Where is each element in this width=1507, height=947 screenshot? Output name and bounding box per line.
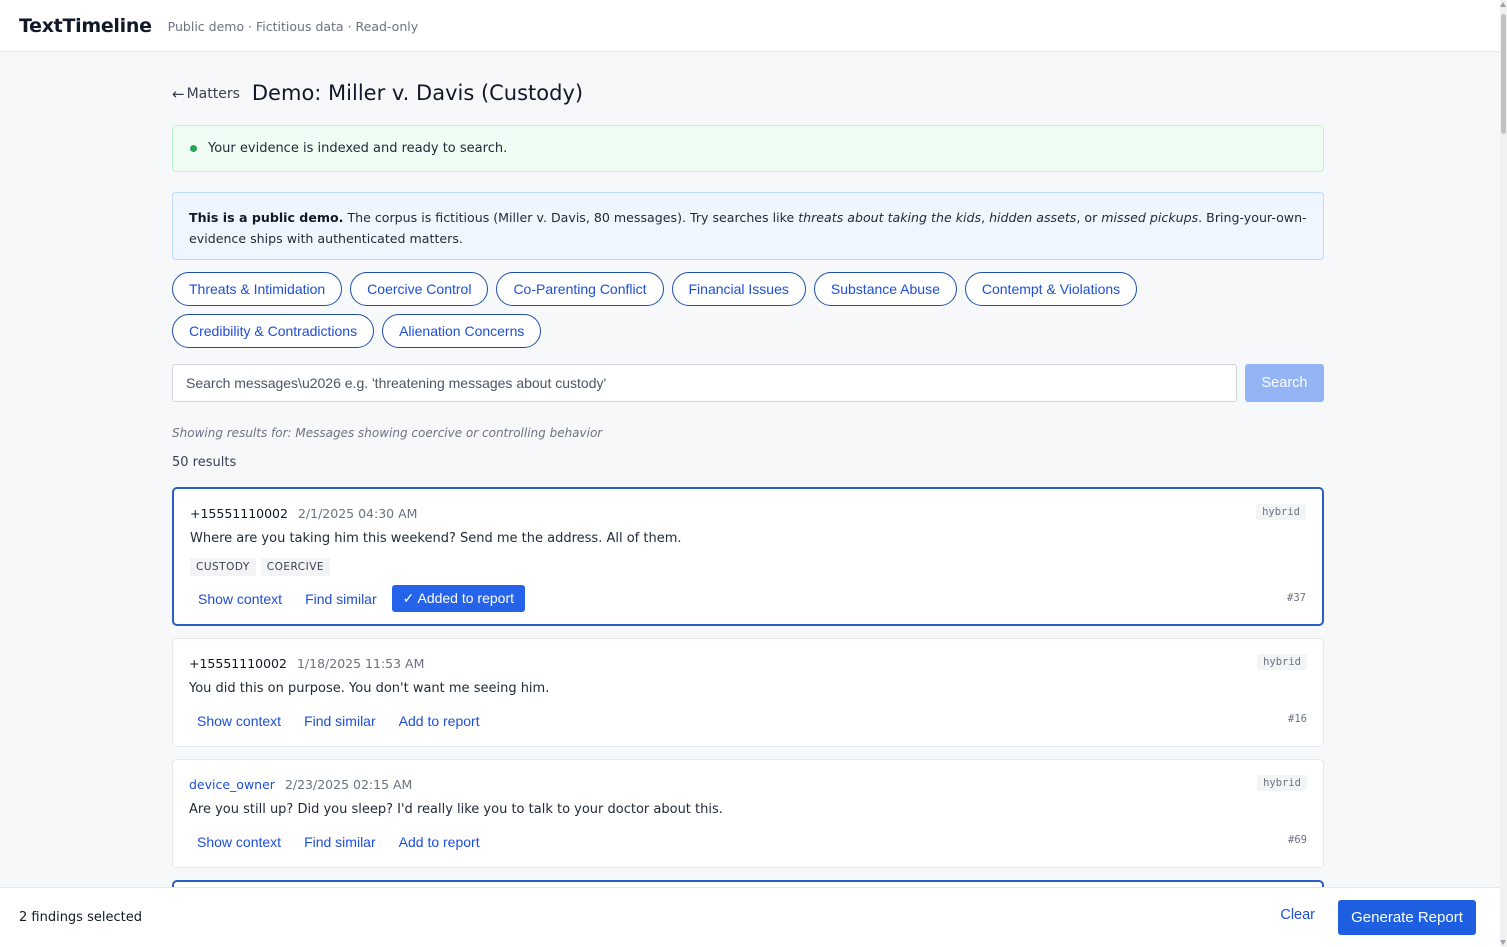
brand-subtitle: Public demo · Fictitious data · Read-onl… — [167, 19, 419, 34]
chip-contempt-violations[interactable]: Contempt & Violations — [964, 272, 1138, 306]
page-title: Demo: Miller v. Davis (Custody) — [251, 81, 584, 105]
sender: +15551110002 — [190, 506, 288, 521]
status-text: Your evidence is indexed and ready to se… — [208, 141, 508, 156]
showing-results-for: Showing results for: Messages showing co… — [172, 426, 603, 440]
demo-sep-2: , or — [1076, 210, 1102, 225]
clear-button[interactable]: Clear — [1280, 907, 1315, 923]
tag-list: CUSTODY COERCIVE — [190, 558, 331, 576]
demo-example-2: hidden assets — [989, 210, 1077, 225]
result-actions: Show context Find similar Add to report — [189, 828, 488, 855]
scroll-down-icon[interactable] — [1500, 940, 1506, 945]
message-text: Where are you taking him this weekend? S… — [190, 531, 682, 546]
top-bar: TextTimeline Public demo · Fictitious da… — [0, 0, 1500, 52]
message-text: Are you still up? Did you sleep? I'd rea… — [189, 802, 723, 817]
match-type-badge: hybrid — [1256, 504, 1306, 520]
main-content: ← Matters Demo: Miller v. Davis (Custody… — [172, 52, 1324, 470]
added-to-report-button[interactable]: ✓ Added to report — [391, 585, 525, 612]
sender: +15551110002 — [189, 656, 287, 671]
search-button[interactable]: Search — [1245, 364, 1324, 402]
show-context-button[interactable]: Show context — [189, 828, 289, 855]
search-row: Search — [172, 364, 1324, 402]
timestamp: 2/23/2025 02:15 AM — [284, 777, 413, 792]
findings-count: 2 findings selected — [19, 910, 142, 925]
demo-info-banner: This is a public demo. The corpus is fic… — [172, 192, 1324, 260]
add-to-report-button[interactable]: Add to report — [391, 707, 488, 734]
demo-example-1: threats about taking the kids — [798, 210, 982, 225]
message-id: #37 — [1287, 592, 1306, 604]
match-type-badge: hybrid — [1257, 775, 1307, 791]
selection-bar: 2 findings selected Clear Generate Repor… — [0, 887, 1500, 947]
index-status-banner: Your evidence is indexed and ready to se… — [172, 125, 1324, 172]
result-actions: Show context Find similar ✓ Added to rep… — [190, 585, 525, 612]
show-context-button[interactable]: Show context — [190, 585, 290, 612]
back-link-label: Matters — [186, 85, 240, 102]
status-dot-icon — [190, 145, 197, 152]
chip-alienation-concerns[interactable]: Alienation Concerns — [382, 314, 542, 348]
message-id: #69 — [1288, 834, 1307, 846]
brand-logo[interactable]: TextTimeline — [19, 15, 152, 37]
chip-threats-intimidation[interactable]: Threats & Intimidation — [172, 272, 343, 306]
find-similar-button[interactable]: Find similar — [296, 707, 384, 734]
message-id: #16 — [1288, 713, 1307, 725]
result-card[interactable]: +15551110002 2/1/2025 04:30 AM hybrid Wh… — [172, 487, 1324, 626]
chip-credibility-contradictions[interactable]: Credibility & Contradictions — [172, 314, 375, 348]
chip-co-parenting-conflict[interactable]: Co-Parenting Conflict — [496, 272, 664, 306]
tag: COERCIVE — [260, 558, 331, 576]
demo-info-text-1: The corpus is fictitious (Miller v. Davi… — [343, 210, 799, 225]
result-header: device_owner 2/23/2025 02:15 AM — [189, 777, 412, 792]
sender[interactable]: device_owner — [189, 777, 275, 792]
generate-report-button[interactable]: Generate Report — [1338, 900, 1476, 935]
chip-financial-issues[interactable]: Financial Issues — [671, 272, 806, 306]
timestamp: 1/18/2025 11:53 AM — [296, 656, 425, 671]
chip-coercive-control[interactable]: Coercive Control — [350, 272, 489, 306]
category-chips: Threats & Intimidation Coercive Control … — [172, 272, 1172, 348]
title-row: ← Matters Demo: Miller v. Davis (Custody… — [172, 52, 1324, 134]
find-similar-button[interactable]: Find similar — [296, 828, 384, 855]
result-card[interactable]: +15551110002 1/18/2025 11:53 AM hybrid Y… — [172, 638, 1324, 747]
show-context-button[interactable]: Show context — [189, 707, 289, 734]
scroll-up-icon[interactable] — [1500, 2, 1506, 7]
demo-sep-1: , — [981, 210, 990, 225]
timestamp: 2/1/2025 04:30 AM — [297, 506, 418, 521]
demo-info-bold: This is a public demo. — [189, 210, 344, 225]
arrow-left-icon: ← — [172, 84, 185, 103]
find-similar-button[interactable]: Find similar — [297, 585, 385, 612]
result-header: +15551110002 2/1/2025 04:30 AM — [190, 506, 417, 521]
message-text: You did this on purpose. You don't want … — [189, 681, 550, 696]
scrollbar-thumb[interactable] — [1501, 14, 1506, 134]
demo-example-3: missed pickups — [1101, 210, 1199, 225]
page-scrollbar[interactable] — [1500, 0, 1507, 947]
result-card[interactable]: device_owner 2/23/2025 02:15 AM hybrid A… — [172, 759, 1324, 868]
result-header: +15551110002 1/18/2025 11:53 AM — [189, 656, 424, 671]
add-to-report-button[interactable]: Add to report — [391, 828, 488, 855]
results-count: 50 results — [172, 455, 237, 470]
search-input[interactable] — [172, 364, 1237, 402]
back-to-matters-link[interactable]: ← Matters — [172, 85, 240, 103]
match-type-badge: hybrid — [1257, 654, 1307, 670]
chip-substance-abuse[interactable]: Substance Abuse — [813, 272, 957, 306]
result-actions: Show context Find similar Add to report — [189, 707, 488, 734]
tag: CUSTODY — [190, 558, 256, 576]
